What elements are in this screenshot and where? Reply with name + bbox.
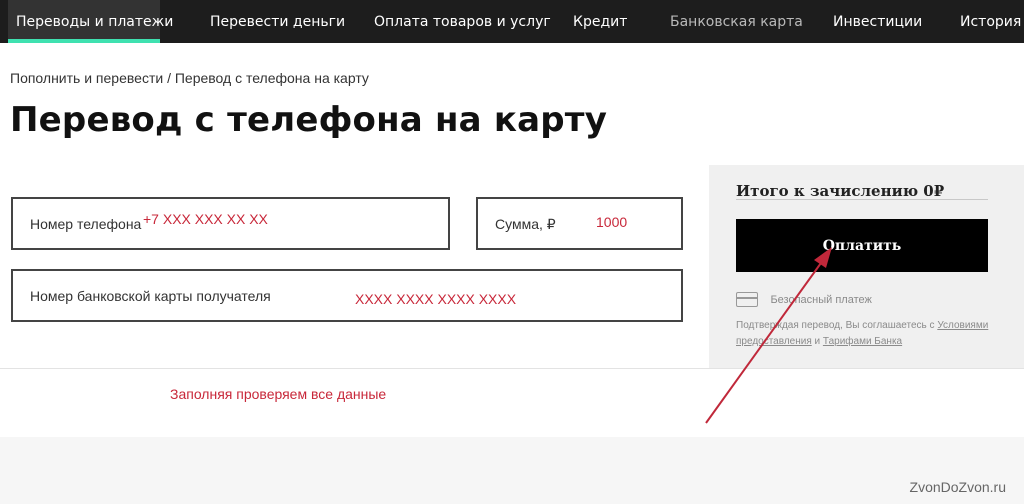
watermark: ZvonDoZvon.ru — [909, 479, 1006, 495]
annotation-arrow — [705, 247, 832, 424]
